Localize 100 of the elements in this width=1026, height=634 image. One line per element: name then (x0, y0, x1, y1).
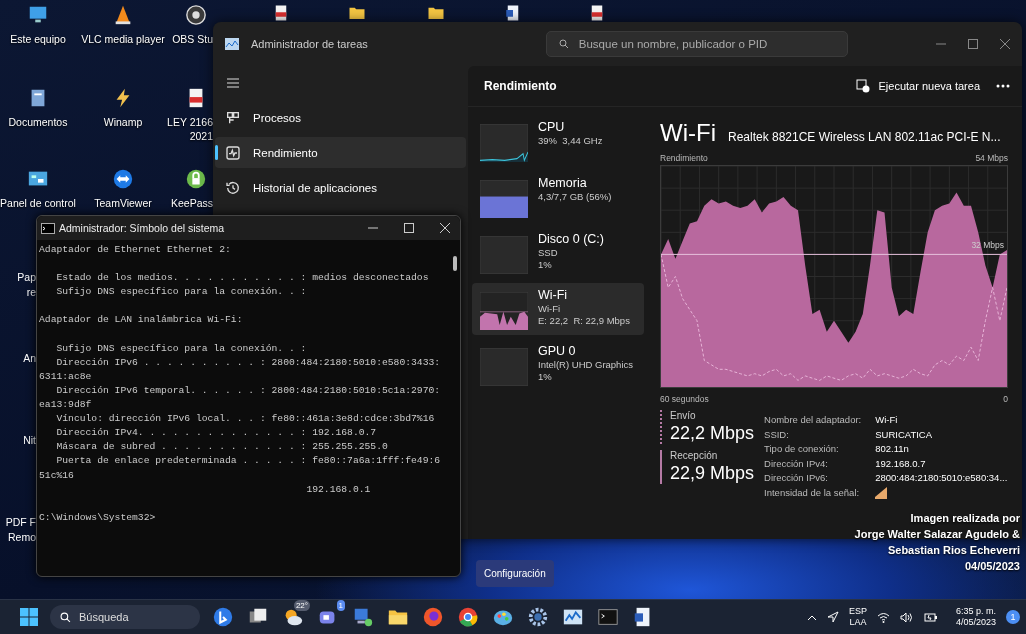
search-icon (558, 39, 569, 49)
search-field[interactable]: Búsqueda (50, 605, 200, 629)
device-item[interactable]: Memoria 4,3/7,7 GB (56%) (472, 171, 644, 223)
run-task-button[interactable]: Ejecutar nueva tarea (850, 75, 986, 97)
device-detail: 39% 3,44 GHz (538, 135, 603, 146)
property-value: 192.168.0.7 (875, 457, 927, 469)
property-label: Tipo de conexión: (764, 443, 840, 454)
device-item[interactable]: GPU 0 Intel(R) UHD Graphics 1% (472, 339, 644, 391)
desktop-icon-label[interactable]: PDF F (0, 516, 36, 528)
mini-graph (480, 236, 528, 274)
app-badge: 1 (336, 600, 345, 611)
padlock-icon (185, 168, 207, 190)
scrollbar-thumb[interactable] (453, 256, 457, 271)
axis-max-label: 54 Mbps (975, 153, 1008, 163)
property-value: Wi-Fi (875, 414, 899, 425)
wifi-icon[interactable] (876, 611, 890, 623)
console-line: Adaptador de LAN inalámbrica Wi-Fi: (39, 313, 244, 328)
desktop-icon-label[interactable]: KeePass (170, 196, 213, 210)
stat-value: 22,2 Mbps (670, 423, 755, 444)
device-name: GPU 0 (538, 344, 577, 358)
desktop-icon-label[interactable]: Remo (0, 531, 36, 543)
location-arrow-icon[interactable] (826, 611, 839, 623)
console-line: 51c%16 (39, 468, 75, 483)
maximize-icon[interactable] (968, 39, 978, 49)
console-line: Adaptador de Ethernet Ethernet 2: (39, 243, 232, 257)
adapter-name: Realtek 8821CE Wireless LAN 802.11ac PCI-E N... (727, 130, 1001, 144)
chevron-up-icon[interactable] (806, 613, 817, 621)
b-logo-icon[interactable] (212, 606, 234, 628)
desktop-icon-label[interactable]: Winamp (103, 115, 143, 129)
close-icon[interactable] (440, 223, 450, 233)
search-icon (60, 611, 71, 623)
axis-end-label: 0 (1003, 394, 1008, 404)
desktop-icon-label[interactable]: VLC media player (81, 32, 165, 46)
desktop-icon-label[interactable]: Nit (0, 434, 36, 446)
terminal-icon[interactable] (597, 606, 619, 628)
credit-text: 04/05/2023 (964, 560, 1020, 572)
network-computer-icon[interactable] (352, 606, 374, 628)
mini-graph (480, 348, 528, 386)
property-label: Dirección IPv4: (764, 457, 829, 469)
property-value: 2800:484:2180:5010:e580:34... (875, 472, 1008, 483)
console-line: 192.168.0.1 (305, 482, 372, 497)
device-name: Disco 0 (C:) (538, 232, 604, 246)
desktop-icon-label[interactable]: An (0, 352, 36, 364)
device-item[interactable]: Disco 0 (C:) SSD 1% (472, 227, 644, 279)
device-detail: 1% (538, 259, 553, 270)
search-placeholder: Búsqueda (79, 611, 129, 623)
nav-item[interactable]: Procesos (215, 102, 466, 133)
more-options-icon[interactable] (996, 84, 1010, 88)
device-detail: Wi-Fi (538, 303, 562, 314)
desktop-icon-label[interactable]: OBS Stu (172, 32, 213, 46)
close-icon[interactable] (1000, 39, 1010, 49)
arrows-circle-icon (112, 168, 134, 190)
mini-graph (480, 180, 528, 218)
terminal-icon (41, 222, 55, 234)
clock[interactable]: 6:35 p. m. 4/05/2023 (955, 606, 996, 628)
app-badge: 22° (293, 600, 310, 611)
device-name: Memoria (538, 176, 588, 190)
property-value: SURICATICA (875, 428, 934, 440)
settings-icon[interactable] (527, 606, 549, 628)
desktop-icon-label[interactable]: Documentos (8, 115, 68, 129)
desktop-icon-label[interactable]: Pap (0, 271, 36, 283)
speaker-icon[interactable] (899, 611, 914, 623)
tricolor-circle-icon[interactable] (457, 606, 479, 628)
settings-button[interactable]: Configuración (476, 560, 554, 587)
battery-icon[interactable] (923, 611, 938, 623)
device-item[interactable]: Wi-Fi Wi-Fi E: 22,2 R: 22,9 Mbps (472, 283, 644, 335)
console-line: Sufijo DNS específico para la conexión. . : (55, 341, 308, 356)
reference-line-label: 32 Mbps (971, 240, 1004, 250)
search-placeholder: Busque un nombre, publicador o PID (578, 38, 768, 50)
search-field[interactable]: Busque un nombre, publicador o PID (545, 31, 848, 57)
device-detail: 4,3/7,7 GB (56%) (538, 191, 612, 202)
mini-graph (480, 124, 528, 162)
pulse-icon (225, 144, 241, 161)
chart-label: Rendimiento (660, 153, 708, 163)
signal-strength-icon (875, 486, 888, 499)
axis-start-label: 60 segundos (660, 394, 709, 404)
menu-icon[interactable] (227, 78, 239, 88)
console-line: Sufijo DNS específico para la conexión. . : (55, 285, 308, 300)
desktop-icon-label[interactable]: re (0, 286, 36, 298)
device-name: CPU (538, 120, 566, 134)
nav-item[interactable]: Historial de aplicaciones (215, 172, 466, 203)
credit-text: Jorge Walter Salazar Agudelo & (854, 528, 1020, 540)
device-item[interactable]: CPU 39% 3,44 GHz (472, 115, 644, 167)
device-detail: SSD (538, 247, 559, 258)
credit-text: Imagen realizada por (910, 512, 1020, 524)
clock-icon (225, 179, 241, 196)
maximize-icon[interactable] (404, 223, 414, 233)
console-line: Estado de los medios. . . . . . . . . . . : medios desconectados (55, 271, 430, 286)
stat-label: Recepción (670, 450, 719, 461)
console-line: Vínculo: dirección IPv6 local. . . : fe80::461a:3e8d:cdce:3bd7%16 (55, 412, 436, 427)
windows-logo-icon[interactable] (20, 608, 38, 626)
device-name: Wi-Fi (538, 288, 569, 302)
page-title: Rendimiento (484, 79, 557, 93)
desktop-icon-label[interactable]: TeamViewer (94, 196, 152, 210)
nav-item[interactable]: Rendimiento (215, 137, 466, 168)
desktop-icon-label[interactable]: LEY 2166 2021 (167, 115, 213, 143)
device-detail: Intel(R) UHD Graphics (538, 359, 634, 370)
desktop-icon-label[interactable]: Panel de control (0, 196, 76, 210)
language-indicator[interactable]: ESP LAA (848, 606, 867, 628)
desktop-icon-label[interactable]: Este equipo (10, 32, 66, 46)
